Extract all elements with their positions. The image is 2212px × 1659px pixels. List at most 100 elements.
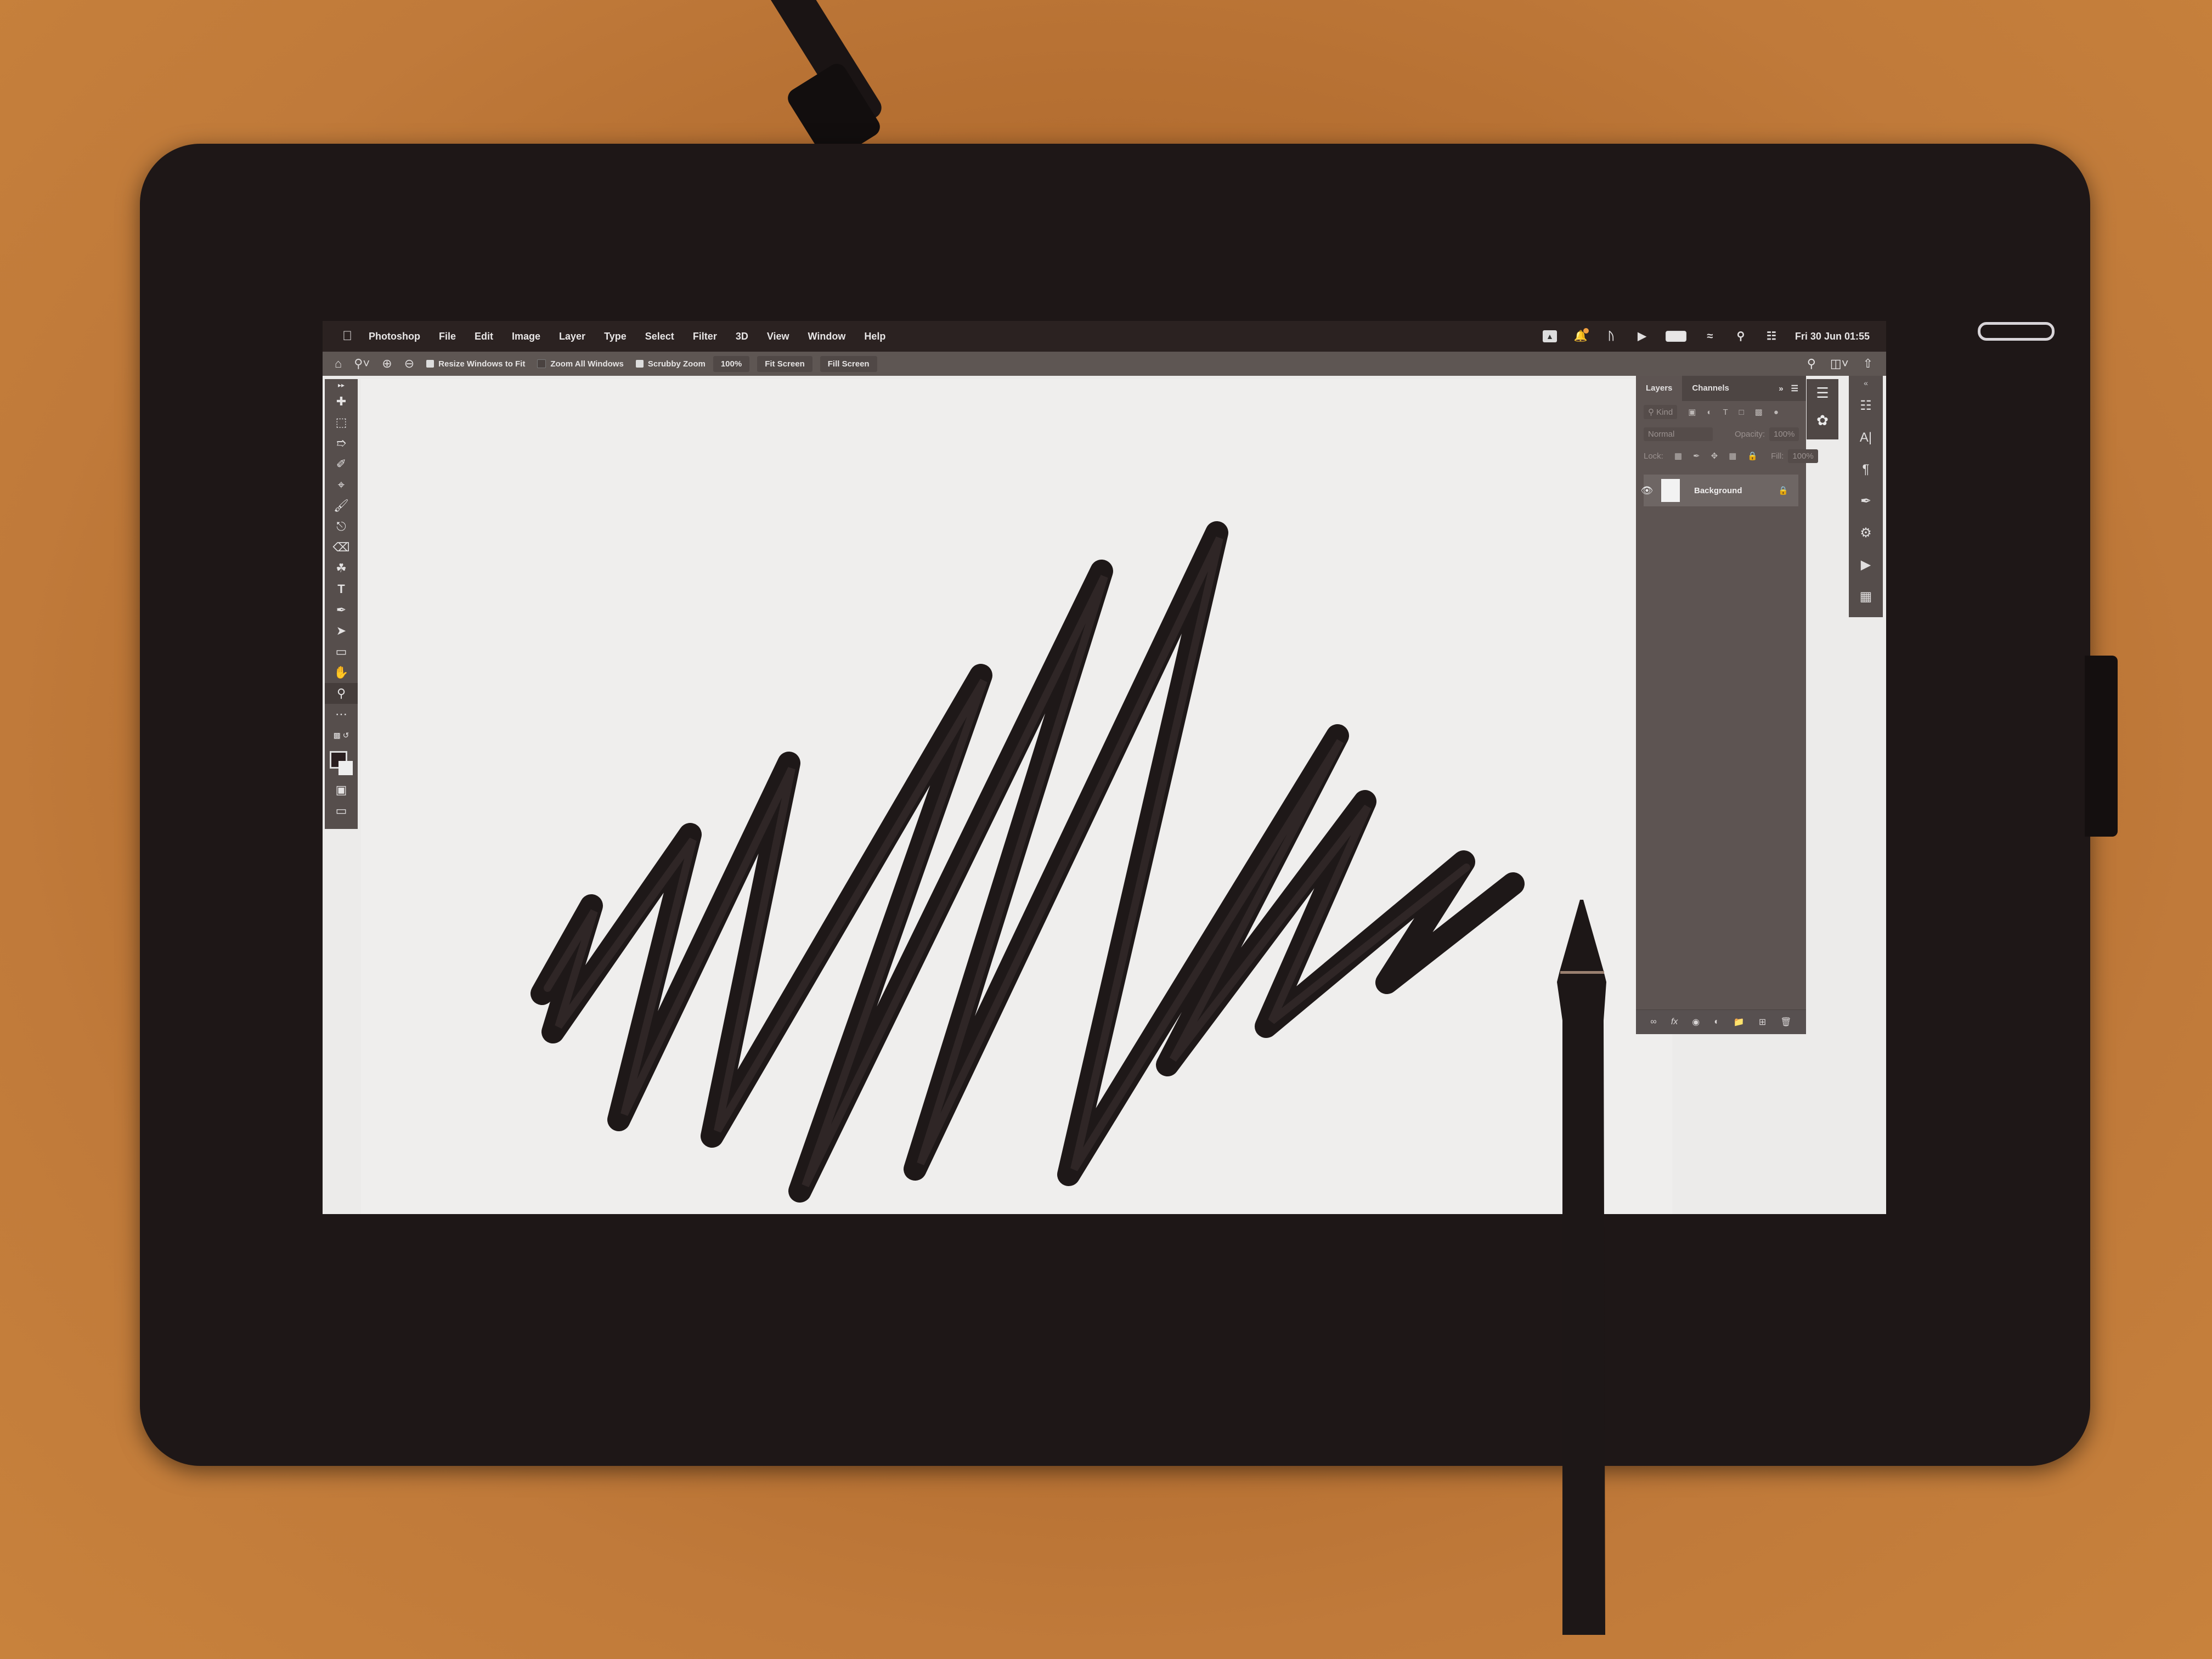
- link-layers-icon[interactable]: ∞: [1650, 1017, 1656, 1027]
- quick-mask-icon[interactable]: ▣: [325, 780, 358, 800]
- clock[interactable]: Fri 30 Jun 01:55: [1795, 331, 1870, 342]
- actions-icon[interactable]: ▶: [1861, 549, 1871, 581]
- collapse-dock-icon[interactable]: «: [1864, 376, 1868, 390]
- brush-tool-icon[interactable]: 🖌: [325, 495, 358, 516]
- notification-icon[interactable]: 🔔: [1573, 328, 1589, 342]
- menu-type[interactable]: Type: [604, 331, 627, 342]
- control-center-icon[interactable]: ☷: [1764, 330, 1779, 342]
- zoom-in-icon[interactable]: ⊕: [382, 357, 392, 371]
- adjustment-layer-icon[interactable]: ◐: [1714, 1017, 1719, 1027]
- play-icon[interactable]: ▶: [1635, 330, 1649, 342]
- hand-tool-icon[interactable]: ✋: [325, 662, 358, 683]
- scrubby-zoom-checkbox[interactable]: [635, 360, 644, 368]
- new-layer-icon[interactable]: ⊞: [1759, 1017, 1766, 1028]
- tab-layers[interactable]: Layers: [1636, 376, 1683, 401]
- menu-app-name[interactable]: Photoshop: [369, 331, 420, 342]
- menu-window[interactable]: Window: [808, 331, 846, 342]
- crop-tool-icon[interactable]: ⌖: [325, 475, 358, 495]
- blend-mode-select[interactable]: Normal: [1644, 427, 1713, 441]
- adjustments-icon[interactable]: ⚙: [1860, 517, 1872, 549]
- color-swatches[interactable]: [328, 749, 355, 780]
- document-canvas[interactable]: [361, 379, 1672, 1214]
- brush-settings-icon[interactable]: ✒: [1860, 486, 1871, 517]
- opacity-field[interactable]: 100%: [1769, 427, 1799, 441]
- layers-panel-icon[interactable]: ☰: [1816, 379, 1829, 407]
- menu-select[interactable]: Select: [645, 331, 674, 342]
- layer-thumbnail: [1661, 479, 1680, 502]
- add-mask-icon[interactable]: ◉: [1692, 1017, 1700, 1028]
- swap-colors-icon[interactable]: ▩ ↺: [325, 725, 358, 746]
- new-group-icon[interactable]: 📁: [1734, 1017, 1745, 1028]
- filter-pixel-icon[interactable]: ▣: [1688, 407, 1696, 417]
- menu-edit[interactable]: Edit: [475, 331, 493, 342]
- path-select-tool-icon[interactable]: ➤: [325, 620, 358, 641]
- lock-image-icon[interactable]: ✒: [1693, 451, 1700, 461]
- workspace-icon[interactable]: ◫˅: [1830, 357, 1849, 371]
- visibility-eye-icon[interactable]: 👁: [1636, 485, 1658, 496]
- filter-toggle-icon[interactable]: ●: [1774, 408, 1779, 417]
- drive-icon[interactable]: ▲: [1542, 330, 1557, 342]
- properties-icon[interactable]: ☷: [1860, 390, 1872, 422]
- layer-filter-kind[interactable]: ⚲ Kind: [1644, 405, 1678, 419]
- expand-panel-icon[interactable]: »: [1779, 384, 1783, 393]
- move-tool-icon[interactable]: ✚: [325, 391, 358, 412]
- channels-panel-icon[interactable]: ✿: [1816, 407, 1829, 434]
- home-icon[interactable]: ⌂: [335, 357, 342, 371]
- search-icon[interactable]: ⚲: [1807, 357, 1816, 371]
- quick-select-tool-icon[interactable]: ✐: [325, 454, 358, 475]
- apple-menu-icon[interactable]: : [342, 329, 352, 344]
- menu-file[interactable]: File: [439, 331, 456, 342]
- zoom-out-icon[interactable]: ⊖: [404, 357, 414, 371]
- layer-name[interactable]: Background: [1694, 486, 1742, 495]
- tablet-side-tab: [2085, 656, 2118, 837]
- rectangle-tool-icon[interactable]: ▭: [325, 641, 358, 662]
- menu-view[interactable]: View: [767, 331, 789, 342]
- type-tool-icon[interactable]: T: [325, 579, 358, 600]
- lock-transparent-icon[interactable]: ▦: [1674, 451, 1682, 461]
- lock-artboard-icon[interactable]: ▦: [1729, 451, 1736, 461]
- screen-mode-icon[interactable]: ▭: [325, 800, 358, 821]
- panel-menu-icon[interactable]: ☰: [1791, 383, 1798, 393]
- zoom-100-button[interactable]: 100%: [713, 356, 750, 372]
- share-icon[interactable]: ⇧: [1863, 357, 1873, 371]
- menu-3d[interactable]: 3D: [736, 331, 748, 342]
- lasso-tool-icon[interactable]: ➱: [325, 433, 358, 454]
- menu-help[interactable]: Help: [864, 331, 885, 342]
- menu-filter[interactable]: Filter: [693, 331, 717, 342]
- more-tools-icon[interactable]: ⋯: [325, 704, 358, 725]
- layer-row[interactable]: 👁 Background 🔒: [1641, 475, 1798, 506]
- swatches-icon[interactable]: ▦: [1860, 581, 1872, 613]
- tab-channels[interactable]: Channels: [1682, 376, 1739, 401]
- zoom-all-windows-checkbox[interactable]: [537, 359, 546, 368]
- fill-field[interactable]: 100%: [1788, 449, 1818, 463]
- paint-bucket-tool-icon[interactable]: ☘: [325, 558, 358, 579]
- bluetooth-icon[interactable]: ᚢ: [1604, 330, 1618, 342]
- fill-screen-button[interactable]: Fill Screen: [820, 356, 877, 372]
- clone-stamp-tool-icon[interactable]: ⎋: [325, 516, 358, 537]
- filter-smart-object-icon[interactable]: ▩: [1755, 407, 1763, 417]
- battery-icon[interactable]: [1665, 331, 1686, 342]
- filter-adjustment-icon[interactable]: ◐: [1707, 408, 1712, 417]
- background-color[interactable]: [338, 761, 353, 775]
- menu-layer[interactable]: Layer: [559, 331, 585, 342]
- delete-layer-icon[interactable]: 🗑: [1780, 1017, 1791, 1028]
- wifi-icon[interactable]: ≈: [1703, 330, 1717, 342]
- paragraph-icon[interactable]: ¶: [1863, 454, 1870, 486]
- collapse-toolbar-icon[interactable]: ▸▸: [325, 379, 358, 391]
- fx-icon[interactable]: fx: [1671, 1017, 1678, 1027]
- eraser-tool-icon[interactable]: ⌫: [325, 537, 358, 558]
- resize-windows-checkbox[interactable]: [426, 360, 435, 368]
- layer-lock-icon[interactable]: 🔒: [1778, 486, 1788, 495]
- fit-screen-button[interactable]: Fit Screen: [757, 356, 812, 372]
- spotlight-icon[interactable]: ⚲: [1734, 330, 1748, 342]
- pen-tool-icon[interactable]: ✒: [325, 600, 358, 620]
- filter-type-icon[interactable]: T: [1723, 408, 1728, 417]
- lock-all-icon[interactable]: 🔒: [1747, 451, 1758, 461]
- marquee-tool-icon[interactable]: ⬚: [325, 412, 358, 433]
- filter-shape-icon[interactable]: □: [1739, 408, 1744, 417]
- zoom-tool-icon[interactable]: ⚲: [325, 683, 358, 704]
- character-icon[interactable]: A|: [1860, 422, 1872, 454]
- lock-position-icon[interactable]: ✥: [1711, 451, 1718, 461]
- menu-image[interactable]: Image: [512, 331, 540, 342]
- zoom-tool-preset-icon[interactable]: ⚲˅: [354, 357, 370, 371]
